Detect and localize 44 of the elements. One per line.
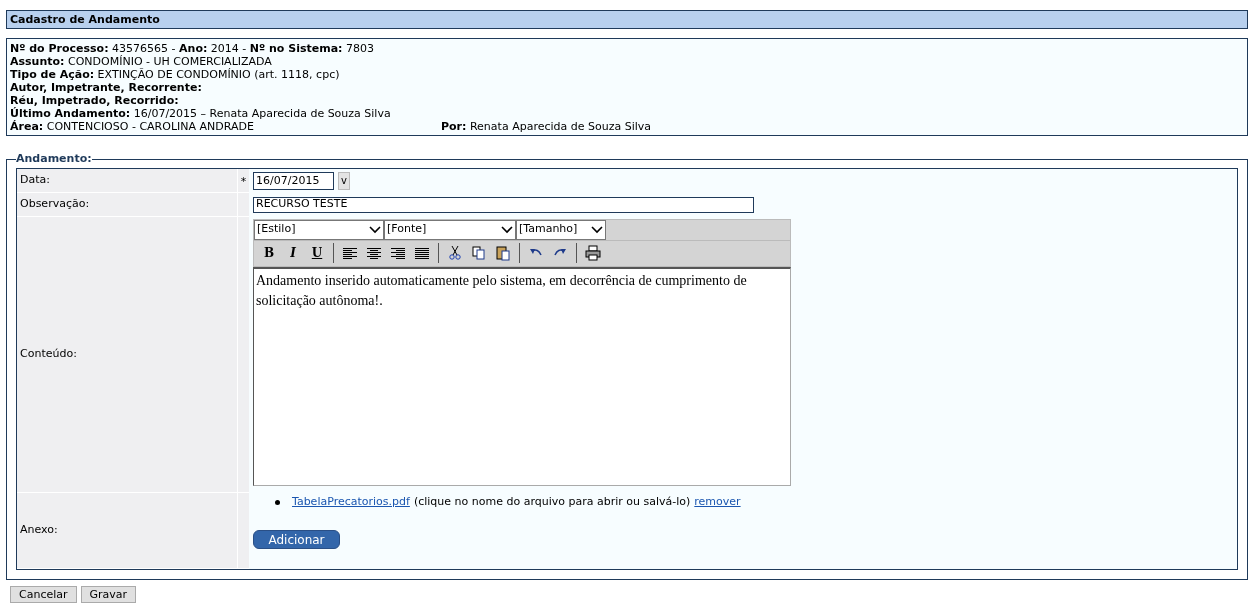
align-center-icon: [366, 245, 382, 261]
text-field[interactable]: RECURSO TESTE: [253, 196, 754, 213]
scissors-icon: [447, 245, 463, 261]
hint-text: (clique no nome do arquivo para abrir ou salvá-lo): [413, 494, 691, 511]
page-title: Cadastro de Andamento: [6, 10, 1248, 29]
field-label: Anexo:: [17, 492, 237, 569]
info-line: Nº do Processo: 43576565 - Ano: 2014 - Nº no Sistema: 7803: [10, 42, 375, 55]
info-line: Área: CONTENCIOSO - CAROLINA ANDRADE: [10, 120, 255, 133]
file-link[interactable]: TabelaPrecatorios.pdf: [292, 494, 410, 511]
bold-button[interactable]: B: [258, 242, 280, 264]
form-button[interactable]: Cancelar: [10, 586, 77, 603]
field-label: Conteúdo:: [17, 216, 237, 493]
info-line: Por: Renata Aparecida de Souza Silva: [441, 120, 652, 133]
paste-icon: [495, 245, 511, 261]
style-dropdown[interactable]: [Estilo]: [254, 219, 384, 240]
align-right-icon: [390, 245, 406, 261]
printer-button[interactable]: [582, 242, 604, 264]
info-line: Autor, Impetrante, Recorrente:: [10, 81, 203, 94]
justify-icon: [414, 245, 430, 261]
underline-button[interactable]: U: [306, 242, 328, 264]
remove-link[interactable]: remover: [694, 494, 741, 511]
editor-content[interactable]: Andamento inserido automaticamente pelo sistema, em decorrência de cumprimento de solicitação autônoma!.: [253, 266, 791, 486]
chevron-icon: [501, 225, 513, 234]
date-field[interactable]: 16/07/2015: [253, 171, 334, 190]
add-button[interactable]: Adicionar: [253, 529, 340, 549]
date-picker-button[interactable]: v: [338, 171, 350, 190]
chevron-icon: [369, 225, 381, 234]
style-dropdown[interactable]: [Tamanho]: [516, 219, 606, 240]
info-line: Último Andamento: 16/07/2015 – Renata Aparecida de Souza Silva: [10, 107, 392, 120]
info-line: Assunto: CONDOMÍNIO - UH COMERCIALIZADA: [10, 55, 273, 68]
legend-title: Andamento:: [16, 151, 92, 167]
field-label: Observação:: [17, 192, 237, 217]
align-left-icon: [342, 245, 358, 261]
style-dropdown[interactable]: [Fonte]: [384, 219, 516, 240]
italic-button[interactable]: I: [282, 242, 304, 264]
bullet-icon: [275, 500, 280, 505]
field-label: Data:: [17, 168, 237, 193]
copy-icon: [471, 245, 487, 261]
required-marker: *: [240, 173, 247, 190]
form-button[interactable]: Gravar: [80, 586, 137, 603]
chevron-icon: [591, 225, 603, 234]
info-line: Réu, Impetrado, Recorrido:: [10, 94, 180, 107]
info-line: Tipo de Ação: EXTINÇÃO DE CONDOMÍNIO (art. 1118, cpc): [10, 68, 341, 81]
printer-icon: [585, 245, 601, 261]
